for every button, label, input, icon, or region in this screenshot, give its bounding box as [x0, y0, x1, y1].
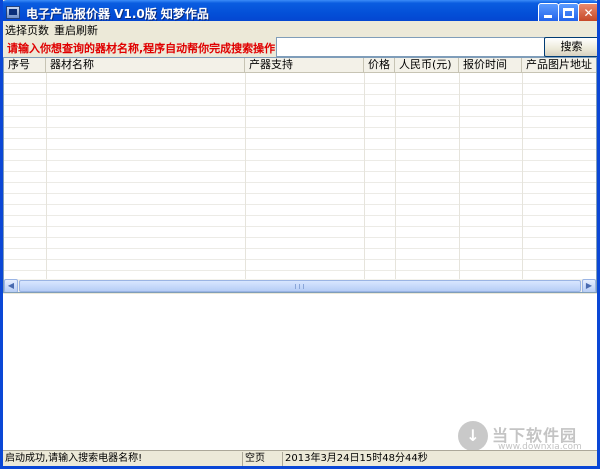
search-button[interactable]: 搜索 — [544, 37, 597, 57]
column-divider — [459, 73, 460, 279]
minimize-icon — [544, 15, 552, 18]
grip-icon — [295, 284, 304, 289]
table-header: 序号 器材名称 产器支持 价格 人民币(元) 报价时间 产品图片地址 — [4, 58, 596, 73]
download-arrow-icon: ↓ — [458, 421, 488, 451]
column-header-index[interactable]: 序号 — [4, 58, 46, 73]
scrollbar-thumb[interactable] — [19, 280, 581, 292]
status-datetime: 2013年3月24日15时48分44秒 — [285, 453, 428, 464]
column-header-price[interactable]: 价格 — [364, 58, 395, 73]
horizontal-scrollbar[interactable]: ◀ ▶ — [4, 279, 596, 292]
column-header-support[interactable]: 产器支持 — [245, 58, 364, 73]
column-divider — [395, 73, 396, 279]
column-divider — [245, 73, 246, 279]
app-window: 电子产品报价器 V1.0版 知梦作品 ✕ 选择页数 重启刷新 请输入你想查询的器… — [0, 0, 600, 469]
status-bar: 启动成功,请输入搜索电器名称! 空页 2013年3月24日15时48分44秒 — [3, 450, 597, 466]
scroll-right-button[interactable]: ▶ — [582, 279, 596, 292]
menu-item-restart-refresh[interactable]: 重启刷新 — [54, 22, 98, 38]
column-divider — [46, 73, 47, 279]
arrow-left-icon: ◀ — [7, 281, 15, 290]
column-header-image-url[interactable]: 产品图片地址 — [522, 58, 596, 73]
column-header-rmb[interactable]: 人民币(元) — [395, 58, 459, 73]
maximize-icon — [563, 8, 574, 18]
column-divider — [364, 73, 365, 279]
column-header-item-name[interactable]: 器材名称 — [46, 58, 245, 73]
status-page: 空页 — [243, 452, 283, 466]
search-prompt: 请输入你想查询的器材名称,程序自动帮你完成搜索操作! — [7, 42, 281, 55]
menu-bar: 选择页数 重启刷新 — [3, 21, 597, 37]
results-table[interactable]: 序号 器材名称 产器支持 价格 人民币(元) 报价时间 产品图片地址 ◀ ▶ — [3, 57, 597, 293]
search-input[interactable] — [276, 37, 545, 57]
search-row: 请输入你想查询的器材名称,程序自动帮你完成搜索操作! 搜索 — [3, 37, 597, 58]
scroll-left-button[interactable]: ◀ — [4, 279, 18, 292]
table-body[interactable] — [4, 73, 596, 279]
app-icon[interactable] — [6, 6, 20, 19]
column-divider — [522, 73, 523, 279]
window-title: 电子产品报价器 V1.0版 知梦作品 — [26, 7, 209, 21]
menu-item-select-pages[interactable]: 选择页数 — [5, 22, 49, 38]
close-icon: ✕ — [583, 6, 594, 20]
status-message: 启动成功,请输入搜索电器名称! — [3, 452, 243, 466]
arrow-right-icon: ▶ — [585, 281, 593, 290]
column-header-quote-time[interactable]: 报价时间 — [459, 58, 522, 73]
